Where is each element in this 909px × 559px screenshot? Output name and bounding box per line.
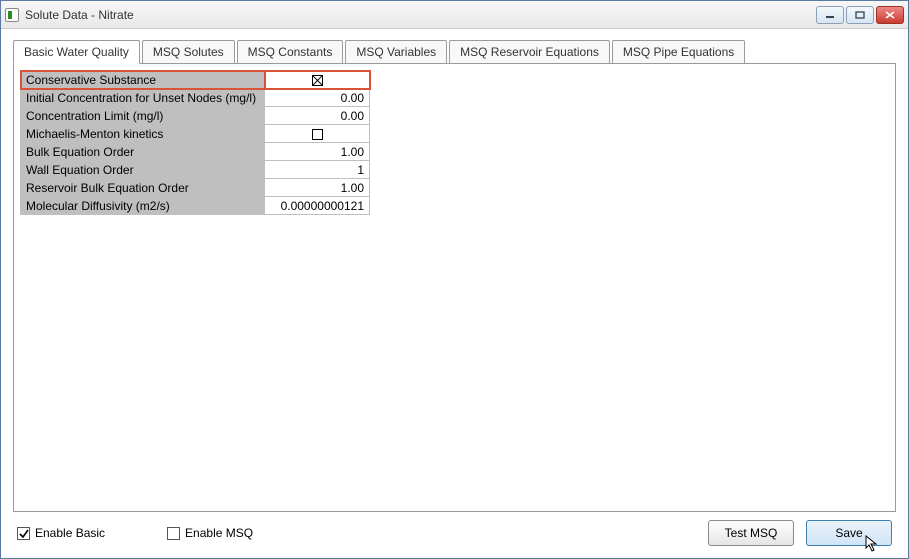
enable-msq-checkbox[interactable]: Enable MSQ: [167, 526, 253, 540]
checkbox-icon: [312, 75, 323, 86]
property-value[interactable]: 0.00: [265, 107, 370, 125]
tab-basic-water-quality[interactable]: Basic Water Quality: [13, 40, 140, 64]
checkbox-icon: [167, 527, 180, 540]
property-row[interactable]: Wall Equation Order 1: [21, 161, 370, 179]
property-row[interactable]: Molecular Diffusivity (m2/s) 0.000000001…: [21, 197, 370, 215]
property-value[interactable]: 1: [265, 161, 370, 179]
checkbox-icon: [312, 129, 323, 140]
tab-msq-reservoir-equations[interactable]: MSQ Reservoir Equations: [449, 40, 610, 63]
property-label: Concentration Limit (mg/l): [21, 107, 265, 125]
enable-basic-checkbox[interactable]: Enable Basic: [17, 526, 105, 540]
maximize-button[interactable]: [846, 6, 874, 24]
property-value[interactable]: 0.00000000121: [265, 197, 370, 215]
property-value[interactable]: 0.00: [265, 89, 370, 107]
window-controls: [816, 6, 904, 24]
minimize-button[interactable]: [816, 6, 844, 24]
tab-msq-pipe-equations[interactable]: MSQ Pipe Equations: [612, 40, 745, 63]
titlebar: Solute Data - Nitrate: [1, 1, 908, 29]
tab-panel: Conservative Substance Initial Concentra…: [13, 63, 896, 512]
property-value-checkbox[interactable]: [265, 125, 370, 143]
tab-msq-variables[interactable]: MSQ Variables: [345, 40, 447, 63]
property-value-checkbox[interactable]: [265, 71, 370, 89]
property-label: Michaelis-Menton kinetics: [21, 125, 265, 143]
bottom-bar: Enable Basic Enable MSQ Test MSQ Save: [13, 512, 896, 548]
tab-msq-solutes[interactable]: MSQ Solutes: [142, 40, 235, 63]
property-row[interactable]: Bulk Equation Order 1.00: [21, 143, 370, 161]
checkbox-label: Enable MSQ: [185, 526, 253, 540]
property-label: Wall Equation Order: [21, 161, 265, 179]
property-row[interactable]: Initial Concentration for Unset Nodes (m…: [21, 89, 370, 107]
checkbox-icon: [17, 527, 30, 540]
property-label: Molecular Diffusivity (m2/s): [21, 197, 265, 215]
client-area: Basic Water Quality MSQ Solutes MSQ Cons…: [1, 29, 908, 558]
close-button[interactable]: [876, 6, 904, 24]
property-label: Initial Concentration for Unset Nodes (m…: [21, 89, 265, 107]
property-grid: Conservative Substance Initial Concentra…: [20, 70, 370, 215]
app-icon: [5, 8, 19, 22]
tab-msq-constants[interactable]: MSQ Constants: [237, 40, 344, 63]
property-row[interactable]: Reservoir Bulk Equation Order 1.00: [21, 179, 370, 197]
tab-strip: Basic Water Quality MSQ Solutes MSQ Cons…: [13, 39, 896, 63]
test-msq-button[interactable]: Test MSQ: [708, 520, 794, 546]
property-value[interactable]: 1.00: [265, 143, 370, 161]
window-title: Solute Data - Nitrate: [25, 8, 816, 22]
save-button[interactable]: Save: [806, 520, 892, 546]
property-value[interactable]: 1.00: [265, 179, 370, 197]
property-row[interactable]: Concentration Limit (mg/l) 0.00: [21, 107, 370, 125]
checkbox-label: Enable Basic: [35, 526, 105, 540]
property-row[interactable]: Michaelis-Menton kinetics: [21, 125, 370, 143]
property-row[interactable]: Conservative Substance: [21, 71, 370, 89]
property-label: Bulk Equation Order: [21, 143, 265, 161]
property-label: Reservoir Bulk Equation Order: [21, 179, 265, 197]
property-label: Conservative Substance: [21, 71, 265, 89]
